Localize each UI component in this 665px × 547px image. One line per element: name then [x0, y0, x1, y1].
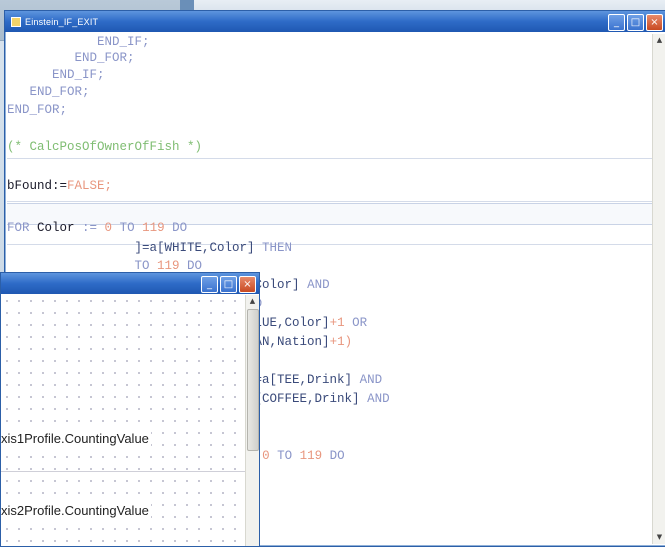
code-line[interactable]: bFound:=FALSE;	[7, 178, 112, 194]
code-token: +1)	[329, 335, 353, 349]
scrollbar-thumb[interactable]	[247, 309, 259, 451]
code-line[interactable]: END_FOR;	[7, 84, 90, 100]
close-icon[interactable]: ×	[239, 276, 256, 293]
minimize-icon[interactable]: _	[201, 276, 218, 293]
code-token: 119	[142, 221, 165, 235]
code-token: TO	[7, 259, 158, 273]
scroll-up-icon[interactable]: ▲	[246, 295, 259, 308]
code-token: 119	[157, 259, 180, 273]
code-line[interactable]: FOR Color := 0 TO 119 DO	[7, 220, 187, 236]
code-line[interactable]: (* CalcPosOfOwnerOfFish *)	[7, 139, 202, 155]
code-separator	[7, 201, 652, 202]
code-token: DO	[179, 259, 203, 273]
maximize-icon[interactable]: □	[627, 14, 644, 31]
code-line[interactable]: END_FOR;	[7, 102, 67, 118]
editor-title: Einstein_IF_EXIT	[25, 16, 99, 27]
code-token: 0	[262, 449, 270, 463]
code-line[interactable]: ]=a[WHITE,Color] THEN	[7, 240, 293, 256]
code-token: DO	[164, 221, 188, 235]
code-line[interactable]: END_IF;	[7, 67, 105, 83]
code-token: FOR	[7, 221, 30, 235]
maximize-icon[interactable]: □	[220, 276, 237, 293]
code-token: TO	[269, 449, 300, 463]
code-token: TO	[112, 221, 143, 235]
scroll-down-icon[interactable]: ▼	[653, 531, 665, 544]
code-token: AND	[359, 373, 383, 387]
code-token: 119	[299, 449, 323, 463]
code-line[interactable]: END_IF;	[7, 34, 150, 50]
profile-scrollbar[interactable]: ▲	[245, 295, 259, 546]
code-token: END_IF;	[7, 68, 105, 82]
code-token: END_FOR;	[7, 51, 135, 65]
code-token: END_FOR;	[7, 85, 90, 99]
window-controls: _ □ ×	[608, 14, 663, 31]
code-token: ]=a[WHITE,Color]	[7, 241, 263, 255]
code-token: Color	[29, 221, 83, 235]
code-token: END_FOR;	[7, 103, 68, 117]
code-token: DO	[322, 449, 345, 463]
profile-window-controls: _ □ ×	[201, 276, 256, 293]
code-token: :=	[82, 221, 105, 235]
app-icon	[11, 16, 21, 27]
profile-separator	[1, 471, 245, 472]
code-token: END_IF;	[7, 35, 150, 49]
code-separator	[7, 158, 652, 159]
code-token: AND	[367, 392, 390, 406]
code-token: 0	[104, 221, 113, 235]
code-line[interactable]: END_FOR;	[7, 50, 135, 66]
background-window-top	[194, 0, 665, 10]
minimize-icon[interactable]: _	[608, 14, 625, 31]
axis2-profile-label: xis2Profile.CountingValue	[1, 503, 151, 518]
axis1-profile-label: xis1Profile.CountingValue	[1, 431, 151, 446]
code-token: THEN	[262, 241, 293, 255]
editor-scrollbar[interactable]: ▲ ▼	[652, 34, 665, 544]
close-icon[interactable]: ×	[646, 14, 663, 31]
code-token: bFound:=	[7, 179, 68, 193]
profile-titlebar[interactable]: _ □ ×	[1, 273, 259, 294]
editor-titlebar[interactable]: Einstein_IF_EXIT _ □ ×	[5, 11, 665, 32]
scroll-up-icon[interactable]: ▲	[653, 34, 665, 47]
code-token: FALSE;	[67, 179, 113, 193]
profile-window[interactable]: _ □ × xis1Profile.CountingValue xis2Prof…	[0, 272, 260, 547]
code-token: +1	[329, 316, 345, 330]
code-token: (* CalcPosOfOwnerOfFish *)	[7, 140, 203, 154]
code-token: AND	[307, 278, 330, 292]
code-token: OR	[344, 316, 368, 330]
